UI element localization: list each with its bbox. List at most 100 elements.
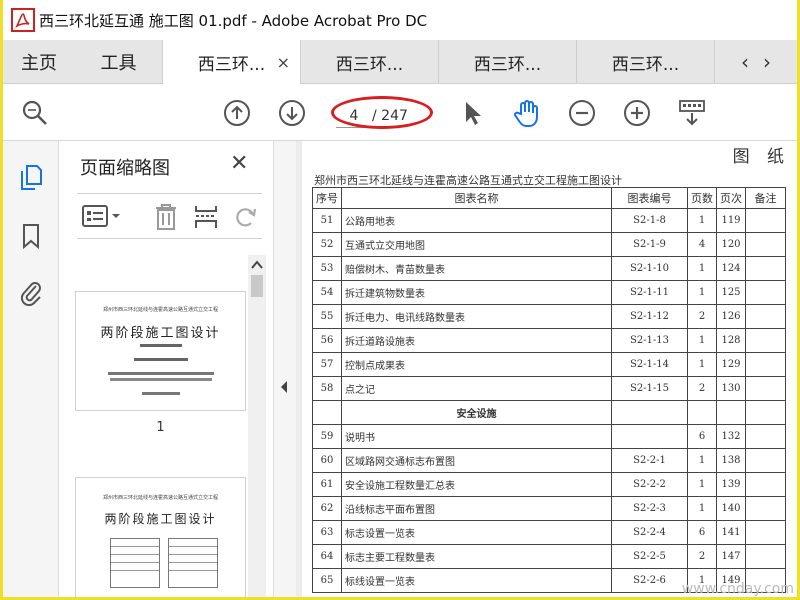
drawing-index-table: 序号 图表名称 图表编号 页数 页次 备注 51 公路用地表 S2-1-8 1 119 5… [312, 187, 786, 593]
table-cell: S2-1-13 [611, 328, 688, 353]
thumbnail-title: 两阶段施工图设计 [104, 512, 217, 526]
acrobat-window: 西三环北延互通 施工图 01.pdf - Adobe Acrobat Pro D… [3, 0, 797, 597]
column-header: 页数 [687, 187, 717, 209]
table-cell: S2-2-6 [611, 568, 688, 593]
table-cell: 标志设置一览表 [341, 520, 612, 545]
table-cell: 57 [312, 352, 342, 377]
thumbnail-header: 郑州市西三环北延线与连霍高速公路互通式立交工程 [102, 495, 218, 501]
bookmark-icon[interactable] [17, 221, 45, 251]
table-cell: S2-1-12 [611, 304, 688, 329]
table-cell: 1 [687, 280, 717, 305]
table-cell [745, 256, 786, 281]
thumbnail-header: 郑州市西三环北延线与连霍高速公路互通式立交工程 [102, 307, 218, 313]
document-tab-label: 西三环... [335, 54, 404, 75]
close-tab-icon[interactable]: × [277, 53, 290, 72]
column-header: 序号 [312, 187, 342, 209]
document-tab-label: 西三环... [473, 54, 542, 75]
hand-tool-icon[interactable] [511, 97, 543, 129]
table-row: 54 拆迁建筑物数量表 S2-1-11 1 125 [312, 280, 786, 305]
column-header: 页次 [716, 187, 746, 209]
previous-page-icon[interactable] [221, 97, 253, 129]
table-cell: 区域路网交通标志布置图 [341, 448, 612, 473]
scrollbar-thumb[interactable] [251, 275, 263, 297]
table-cell: 147 [716, 544, 746, 569]
column-header: 图表名称 [341, 187, 612, 209]
thumbnail-scrollbar[interactable] [248, 255, 266, 597]
table-header-row: 序号 图表名称 图表编号 页数 页次 备注 [312, 187, 786, 209]
window-title: 西三环北延互通 施工图 01.pdf - Adobe Acrobat Pro D… [39, 11, 428, 30]
table-cell: 128 [716, 328, 746, 353]
table-cell: 1 [687, 208, 717, 233]
table-cell: 1 [687, 496, 717, 521]
table-cell: S2-1-10 [611, 256, 688, 281]
column-header: 备注 [745, 187, 786, 209]
zoom-search-icon[interactable] [19, 97, 51, 129]
table-cell: 6 [687, 424, 717, 449]
table-cell: 1 [687, 352, 717, 377]
page-thumbnail[interactable]: 郑州市西三环北延线与连霍高速公路互通式立交工程 两阶段施工图设计 [75, 291, 246, 411]
document-tab[interactable]: 西三环... [439, 40, 577, 84]
next-page-icon[interactable] [276, 97, 308, 129]
trash-icon[interactable] [153, 203, 179, 235]
table-cell: 标线设置一览表 [341, 568, 612, 593]
thumbnail-text-line [110, 378, 212, 381]
table-cell: 2 [687, 304, 717, 329]
page-thumbnail[interactable]: 郑州市西三环北延线与连霍高速公路互通式立交工程 两阶段施工图设计 [75, 477, 246, 597]
close-panel-icon[interactable]: ✕ [230, 151, 248, 176]
table-cell: 2 [687, 544, 717, 569]
table-cell [745, 448, 786, 473]
document-tab[interactable]: 西三环... × [163, 40, 301, 84]
table-cell [745, 496, 786, 521]
table-cell: 63 [312, 520, 342, 545]
chevron-left-icon[interactable]: ‹ [741, 50, 749, 74]
table-cell: 55 [312, 304, 342, 329]
pdf-page: 图 纸 郑州市西三环北延线与连霍高速公路互通式立交工程施工图设计 序号 图表名称… [302, 141, 797, 597]
table-cell: S2-2-1 [611, 448, 688, 473]
column-header: 图表编号 [611, 187, 688, 209]
panel-toolbar [77, 193, 262, 239]
zoom-out-icon[interactable] [566, 97, 598, 129]
table-cell: S2-2-2 [611, 472, 688, 497]
tab-tools[interactable]: 工具 [75, 40, 163, 84]
rotate-icon[interactable] [233, 203, 259, 235]
select-cursor-icon[interactable] [456, 97, 488, 129]
attachment-icon[interactable] [17, 277, 45, 307]
document-tab-label: 西三环... [611, 54, 680, 75]
table-cell [745, 280, 786, 305]
table-cell [687, 400, 717, 425]
collapse-panel-icon[interactable] [279, 380, 289, 397]
tab-home[interactable]: 主页 [3, 40, 75, 84]
document-tab[interactable]: 西三环... [301, 40, 439, 84]
table-cell: 安全设施 [341, 400, 612, 425]
options-menu-icon[interactable] [81, 203, 123, 233]
table-cell [745, 208, 786, 233]
table-cell: 1 [687, 256, 717, 281]
document-tab[interactable]: 西三环... [577, 40, 715, 84]
table-row: 59 说明书 6 132 [312, 424, 786, 449]
table-cell: 62 [312, 496, 342, 521]
page-thumbnails-icon[interactable] [17, 163, 45, 193]
table-row: 60 区域路网交通标志布置图 S2-2-1 1 138 [312, 448, 786, 473]
table-cell: 59 [312, 424, 342, 449]
page-corner-heading: 图 纸 [732, 147, 790, 167]
table-cell [745, 352, 786, 377]
acrobat-logo-icon [11, 8, 35, 32]
panel-collapse-strip [274, 141, 296, 597]
document-tab-label: 西三环... [197, 54, 266, 75]
table-cell [716, 400, 746, 425]
document-viewport[interactable]: 图 纸 郑州市西三环北延线与连霍高速公路互通式立交工程施工图设计 序号 图表名称… [296, 141, 797, 597]
chevron-right-icon[interactable]: › [763, 50, 771, 74]
table-cell: 1 [687, 328, 717, 353]
table-cell: 53 [312, 256, 342, 281]
keyboard-scroll-icon[interactable] [676, 97, 708, 129]
extract-pages-icon[interactable] [193, 203, 219, 235]
table-cell [611, 424, 688, 449]
table-cell: 119 [716, 208, 746, 233]
table-cell: 140 [716, 496, 746, 521]
table-cell [312, 400, 342, 425]
table-row: 55 拆迁电力、电讯线路数量表 S2-1-12 2 126 [312, 304, 786, 329]
table-cell: 52 [312, 232, 342, 257]
table-cell: S2-1-11 [611, 280, 688, 305]
zoom-in-icon[interactable] [621, 97, 653, 129]
tab-scroll-controls: ‹ › [715, 40, 797, 83]
